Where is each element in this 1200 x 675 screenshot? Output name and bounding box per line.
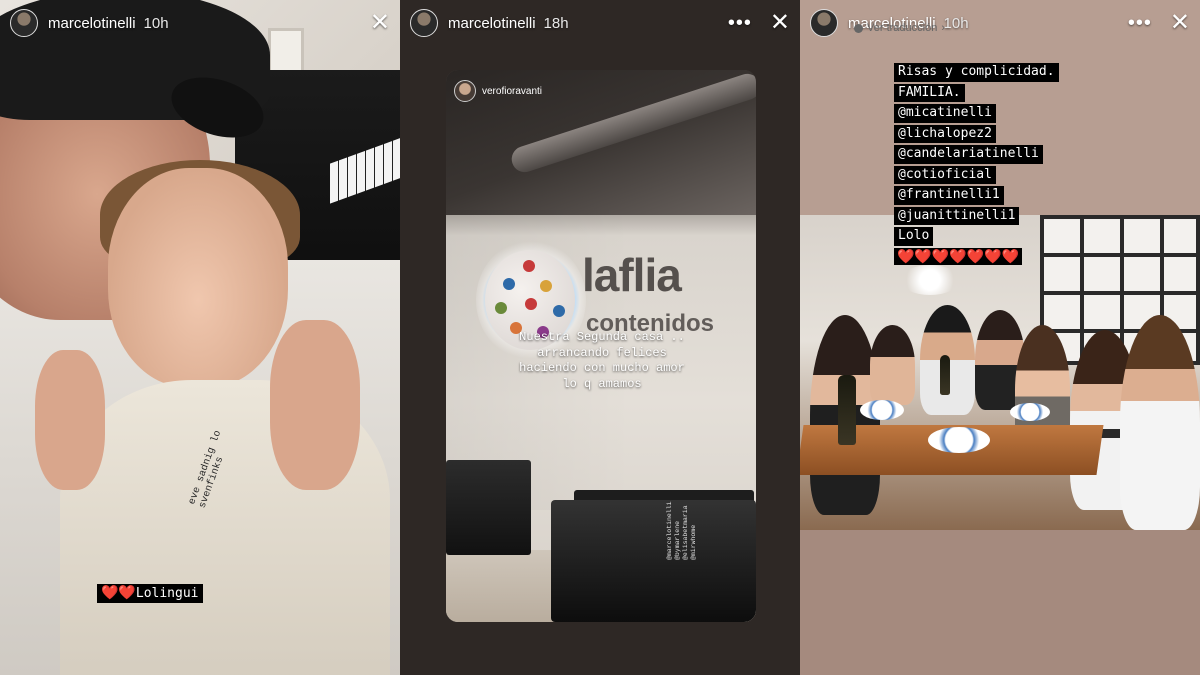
mention-tag[interactable]: @elisabetmaria	[682, 470, 690, 560]
thumbs-up-left-image	[35, 350, 105, 490]
chandelier-image	[900, 265, 960, 295]
printer-small-image	[446, 460, 531, 555]
story-timestamp: 10h	[943, 14, 969, 32]
plate-image	[860, 400, 904, 420]
story-caption-sticker: ❤️❤️Lolingui	[97, 584, 203, 603]
logo-node	[523, 260, 535, 272]
caption-line: lo q amamos	[562, 376, 642, 391]
story-header: marcelotinelli 18h ••• ✕	[410, 6, 790, 40]
caption-line: Nuestra Segunda casa ..	[519, 330, 685, 344]
logo-node	[503, 278, 515, 290]
plate-image	[928, 427, 990, 453]
hearts-emoji: ❤️❤️	[101, 585, 136, 601]
person-image	[870, 325, 915, 405]
caption-line: Lolo	[894, 227, 934, 246]
story-caption-sticker: Risas y complicidad. FAMILIA. @micatinel…	[894, 63, 1059, 265]
avatar[interactable]	[410, 9, 438, 37]
chevron-right-icon: ›	[941, 22, 945, 34]
avatar[interactable]	[810, 9, 838, 37]
mention-tag[interactable]: @mirwhome	[690, 470, 698, 560]
mention-tag[interactable]: @cotioficial	[894, 165, 996, 184]
see-translation-label[interactable]: Ver traducción	[867, 22, 937, 34]
plate-image	[1010, 403, 1050, 421]
story-username[interactable]: marcelotinelli	[48, 15, 136, 32]
story-username[interactable]: marcelotinelli	[448, 15, 536, 32]
mention-tag[interactable]: @frantinelli1	[894, 186, 1004, 205]
wine-bottle-image	[940, 355, 950, 395]
mention-tag[interactable]: @candelariatinelli	[894, 145, 1043, 164]
logo-node	[540, 280, 552, 292]
plotter-printer-image	[551, 500, 756, 622]
hearts-emoji: ❤️❤️❤️❤️❤️❤️❤️	[894, 247, 1023, 265]
mention-tag[interactable]: @bymarlene	[674, 470, 682, 560]
logo-node	[553, 305, 565, 317]
mention-tag[interactable]: @marcelotinelli	[666, 470, 674, 560]
story-timestamp: 18h	[543, 14, 569, 32]
logo-node	[495, 302, 507, 314]
mention-tag[interactable]: @lichalopez2	[894, 124, 996, 143]
close-icon[interactable]: ✕	[1170, 11, 1190, 35]
small-mention-tags[interactable]: @marcelotinelli @bymarlene @elisabetmari…	[666, 470, 698, 560]
avatar[interactable]	[10, 9, 38, 37]
child-face-image	[108, 168, 288, 388]
logo-wordmark: laflia	[582, 249, 682, 301]
story-caption-text: Nuestra Segunda casa .. arrancando felic…	[492, 330, 712, 392]
more-dots-icon[interactable]: •••	[1128, 13, 1152, 33]
story-panel-1[interactable]: eve sadnig lo svenfinks marcelotinelli 1…	[0, 0, 400, 675]
story-panel-2[interactable]: laflia contenidos verofioravanti Nuestra…	[400, 0, 800, 675]
reposted-username: verofioravanti	[482, 85, 543, 97]
avatar	[454, 80, 476, 102]
wine-bottle-image	[838, 375, 856, 445]
see-translation-link[interactable]: Ver traducción ›	[854, 22, 945, 34]
caption-text: Lolingui	[135, 586, 199, 601]
thumbs-up-right-image	[270, 320, 360, 490]
close-icon[interactable]: ✕	[770, 11, 790, 35]
story-timestamp: 10h	[143, 14, 169, 32]
person-image	[1120, 315, 1200, 530]
logo-node	[525, 298, 537, 310]
reposted-from-mention[interactable]: verofioravanti	[454, 80, 542, 102]
mention-tag[interactable]: @micatinelli	[894, 104, 996, 123]
translate-icon	[854, 23, 863, 33]
caption-line: arrancando felices	[537, 345, 667, 360]
caption-line: Risas y complicidad.	[894, 63, 1059, 82]
more-dots-icon[interactable]: •••	[728, 13, 752, 33]
caption-line: haciendo con mucho amor	[519, 361, 685, 375]
close-icon[interactable]: ✕	[370, 11, 390, 35]
caption-line: FAMILIA.	[894, 83, 965, 102]
mention-tag[interactable]: @juanittinelli1	[894, 206, 1020, 225]
story-background-bottom	[800, 530, 1200, 675]
story-header: marcelotinelli 10h ✕	[10, 6, 390, 40]
